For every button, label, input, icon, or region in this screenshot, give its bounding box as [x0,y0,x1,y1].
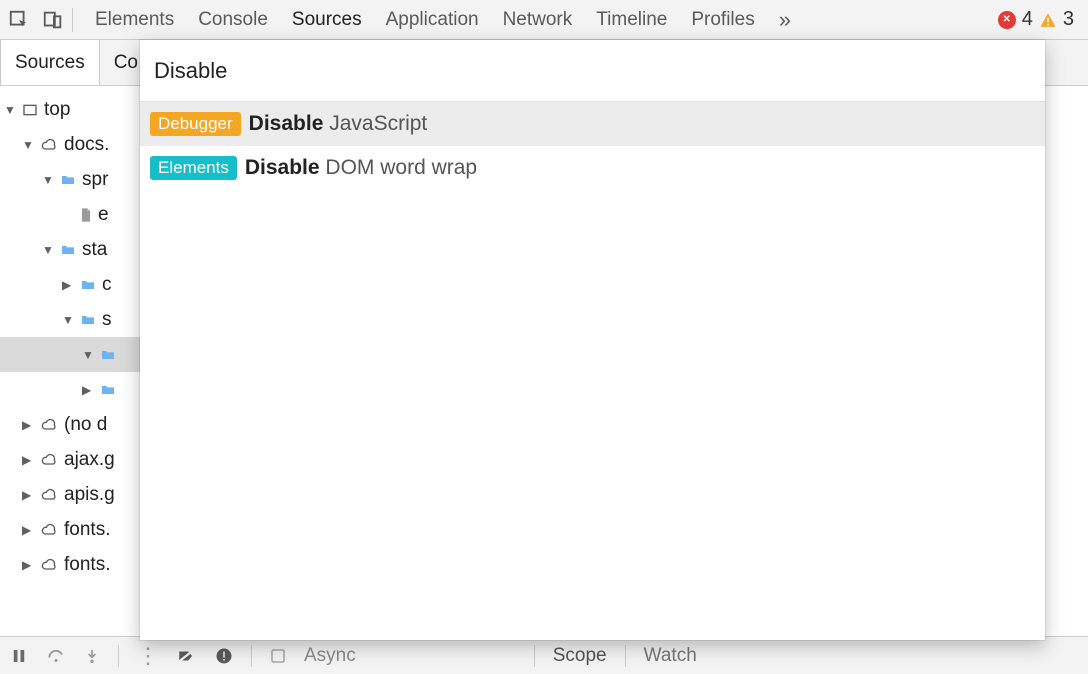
command-palette-input[interactable] [154,58,1031,84]
folder-icon [78,277,98,293]
warning-count: 3 [1063,8,1074,31]
cloud-icon [38,487,60,503]
file-icon [78,206,94,224]
tree-node[interactable]: top [0,92,140,127]
cloud-icon [38,137,60,153]
folder-icon [98,382,118,398]
watch-tab[interactable]: Watch [644,645,697,667]
tab-profiles[interactable]: Profiles [691,9,754,31]
toolbar-separator [72,8,73,32]
disclosure-arrow-icon[interactable] [22,488,34,502]
tab-sources[interactable]: Sources [292,9,362,31]
tree-node[interactable]: s [0,302,140,337]
checkbox-async[interactable] [270,648,286,664]
tree-node-label: apis.g [64,484,115,506]
cloud-icon [38,452,60,468]
tree-node[interactable]: ajax.g [0,442,140,477]
tree-node-label: fonts. [64,554,110,576]
cloud-icon [38,522,60,538]
tab-elements[interactable]: Elements [95,9,174,31]
tab-console[interactable]: Console [198,9,268,31]
tree-node-label: top [44,99,70,121]
disclosure-arrow-icon[interactable] [22,453,34,467]
folder-icon [98,347,118,363]
frame-icon [20,102,40,118]
tree-node-label: c [102,274,112,296]
command-result-label: Disable DOM word wrap [245,156,477,180]
kebab-icon[interactable]: ⋮ [137,643,157,669]
tree-node-label: (no d [64,414,107,436]
step-into-icon[interactable] [84,647,100,665]
disclosure-arrow-icon[interactable] [22,558,34,572]
disclosure-arrow-icon[interactable] [22,523,34,537]
command-result[interactable]: Elements Disable DOM word wrap [140,146,1045,190]
category-badge: Elements [150,156,237,180]
step-over-icon[interactable] [46,647,66,665]
tree-node-label: ajax.g [64,449,115,471]
tree-node[interactable]: (no d [0,407,140,442]
subtab-sources[interactable]: Sources [0,39,100,85]
disclosure-arrow-icon[interactable] [62,278,74,292]
disclosure-arrow-icon[interactable] [42,173,54,187]
command-result-label: Disable JavaScript [249,112,428,136]
error-icon[interactable]: ✕ [998,11,1016,29]
main-toolbar: Elements Console Sources Application Net… [0,0,1088,40]
cloud-icon [38,417,60,433]
disclosure-arrow-icon[interactable] [22,418,34,432]
tree-node[interactable]: e [0,197,140,232]
async-label: Async [304,645,356,667]
tree-node[interactable]: apis.g [0,477,140,512]
tab-timeline[interactable]: Timeline [596,9,667,31]
tree-node-label: sta [82,239,107,261]
disclosure-arrow-icon[interactable] [22,138,34,152]
tree-node-label: fonts. [64,519,110,541]
tab-application[interactable]: Application [386,9,479,31]
deactivate-breakpoints-icon[interactable] [175,647,197,665]
category-badge: Debugger [150,112,241,136]
panel-tabs: Elements Console Sources Application Net… [95,7,998,33]
more-tabs-icon[interactable]: » [779,7,791,33]
command-result[interactable]: Debugger Disable JavaScript [140,102,1045,146]
tree-node-label: s [102,309,112,331]
command-palette: Debugger Disable JavaScript Elements Disabl… [140,40,1045,640]
file-navigator: top docs. spr e sta cs (no d ajax.g apis.g fonts.… [0,86,140,636]
warning-icon[interactable] [1039,11,1057,29]
tree-node[interactable] [0,337,140,372]
tree-node-label: docs. [64,134,109,156]
tree-node[interactable] [0,372,140,407]
pause-exceptions-icon[interactable] [215,647,233,665]
disclosure-arrow-icon[interactable] [82,348,94,362]
tree-node-label: spr [82,169,108,191]
cloud-icon [38,557,60,573]
disclosure-arrow-icon[interactable] [4,103,16,117]
tree-node[interactable]: docs. [0,127,140,162]
tree-node[interactable]: fonts. [0,512,140,547]
disclosure-arrow-icon[interactable] [42,243,54,257]
error-count: 4 [1022,8,1033,31]
device-icon[interactable] [42,9,64,31]
pause-icon[interactable] [10,647,28,665]
disclosure-arrow-icon[interactable] [62,313,74,327]
tree-node[interactable]: fonts. [0,547,140,582]
tree-node-label: e [98,204,109,226]
tree-node[interactable]: c [0,267,140,302]
disclosure-arrow-icon[interactable] [82,383,94,397]
scope-tab[interactable]: Scope [553,645,607,667]
folder-icon [58,172,78,188]
tree-node[interactable]: spr [0,162,140,197]
tab-network[interactable]: Network [503,9,573,31]
inspect-icon[interactable] [8,9,30,31]
tree-node[interactable]: sta [0,232,140,267]
debugger-toolbar: ⋮ Async Scope Watch [0,636,1088,674]
folder-icon [78,312,98,328]
folder-icon [58,242,78,258]
